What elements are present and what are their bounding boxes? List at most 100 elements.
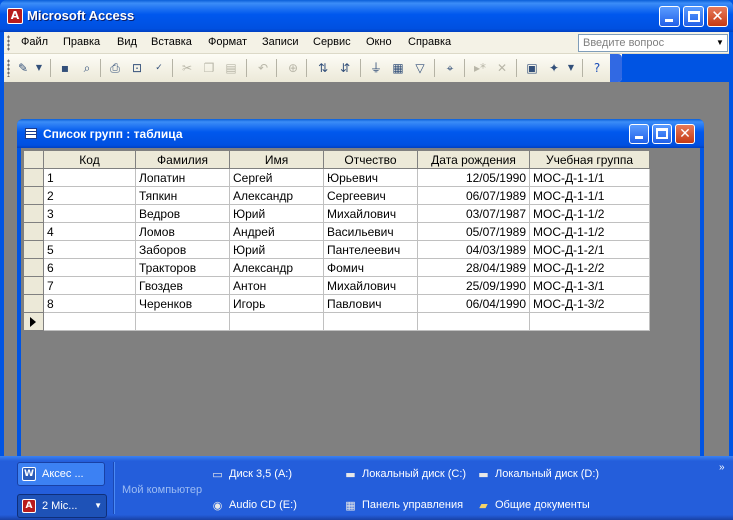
minimize-button[interactable] [659,6,680,27]
cell-kod[interactable]: 7 [43,276,136,295]
new-record-cell[interactable] [417,312,530,331]
table-row[interactable]: 4 Ломов Андрей Васильевич 05/07/1989 МОС-Д-1-… [23,222,650,241]
table-row[interactable]: 5 Заборов Юрий Пантелеевич 04/03/1989 МОС-Д-1… [23,240,650,259]
save-icon[interactable]: ▪ [56,59,74,77]
cell-imya[interactable]: Сергей [229,168,324,187]
cell-kod[interactable]: 4 [43,222,136,241]
record-selector[interactable] [23,258,44,277]
new-record-cell[interactable] [529,312,650,331]
cell-birth-date[interactable]: 06/07/1989 [417,186,530,205]
cell-imya[interactable]: Александр [229,186,324,205]
cell-imya[interactable]: Александр [229,258,324,277]
current-record-selector[interactable] [23,312,44,331]
link-audio-cd[interactable]: ◉ Audio CD (E:) [210,499,297,512]
cell-birth-date[interactable]: 28/04/1989 [417,258,530,277]
new-record-row[interactable] [23,312,650,331]
menu-tools[interactable]: Сервис [313,36,351,48]
column-header-kod[interactable]: Код [43,150,136,169]
cell-otchestvo[interactable]: Юрьевич [323,168,418,187]
spelling-icon[interactable]: ✓ [150,59,168,77]
taskbar-button-access-group[interactable]: A 2 Mic... ▼ [17,494,107,518]
properties-icon[interactable]: ▣ [523,59,541,77]
cell-birth-date[interactable]: 12/05/1990 [417,168,530,187]
cell-imya[interactable]: Антон [229,276,324,295]
paste-icon[interactable]: ▤ [222,59,240,77]
cell-kod[interactable]: 6 [43,258,136,277]
new-record-cell[interactable] [135,312,230,331]
apply-filter-icon[interactable]: ▽ [411,59,429,77]
design-view-dropdown-icon[interactable]: ▼ [30,59,48,77]
cell-birth-date[interactable]: 04/03/1989 [417,240,530,259]
table-row[interactable]: 7 Гвоздев Антон Михайлович 25/09/1990 МОС-Д-1… [23,276,650,295]
new-record-cell[interactable] [229,312,324,331]
cell-otchestvo[interactable]: Пантелеевич [323,240,418,259]
cell-otchestvo[interactable]: Михайлович [323,204,418,223]
menu-insert[interactable]: Вставка [151,36,192,48]
help-question-input[interactable]: Введите вопрос ▼ [578,34,728,52]
record-selector[interactable] [23,186,44,205]
table-maximize-button[interactable] [652,124,672,144]
table-minimize-button[interactable] [629,124,649,144]
menu-edit[interactable]: Правка [63,36,100,48]
table-row[interactable]: 1 Лопатин Сергей Юрьевич 12/05/1990 МОС-Д-1-1… [23,168,650,187]
insert-hyperlink-icon[interactable]: ⊕ [284,59,302,77]
select-all-corner[interactable] [23,150,44,169]
link-floppy-drive[interactable]: ▭ Диск 3,5 (A:) [210,468,292,481]
chevron-down-icon[interactable]: ▼ [714,36,726,50]
cell-familiya[interactable]: Заборов [135,240,230,259]
filter-by-form-icon[interactable]: ▦ [389,59,407,77]
cut-icon[interactable]: ✂ [178,59,196,77]
new-object-icon[interactable]: ✦ [545,59,563,77]
cell-familiya[interactable]: Тракторов [135,258,230,277]
cell-kod[interactable]: 2 [43,186,136,205]
cell-study-group[interactable]: МОС-Д-1-1/2 [529,222,650,241]
link-local-disk-d[interactable]: ▬ Локальный диск (D:) [476,468,599,481]
menu-window[interactable]: Окно [366,36,392,48]
access-app-icon[interactable]: A [7,8,23,24]
cell-study-group[interactable]: МОС-Д-1-1/1 [529,186,650,205]
toolbar-grip-handle[interactable] [7,59,10,77]
cell-birth-date[interactable]: 06/04/1990 [417,294,530,313]
delete-record-icon[interactable]: ✕ [493,59,511,77]
cell-otchestvo[interactable]: Фомич [323,258,418,277]
link-shared-documents[interactable]: ▰ Общие документы [476,499,590,512]
table-close-button[interactable]: ✕ [675,124,695,144]
new-record-cell[interactable] [43,312,136,331]
cell-birth-date[interactable]: 25/09/1990 [417,276,530,295]
search-file-icon[interactable]: ⌕ [78,59,96,77]
table-row[interactable]: 8 Черенков Игорь Павлович 06/04/1990 МОС-Д-1-… [23,294,650,313]
link-local-disk-c[interactable]: ▬ Локальный диск (C:) [343,468,466,481]
new-record-cell[interactable] [323,312,418,331]
toolbar-options-button[interactable] [610,54,622,82]
cell-birth-date[interactable]: 05/07/1989 [417,222,530,241]
cell-imya[interactable]: Юрий [229,240,324,259]
cell-familiya[interactable]: Черенков [135,294,230,313]
cell-familiya[interactable]: Лопатин [135,168,230,187]
cell-imya[interactable]: Игорь [229,294,324,313]
menu-format[interactable]: Формат [208,36,247,48]
menu-grip-handle[interactable] [7,35,10,51]
menu-records[interactable]: Записи [262,36,299,48]
undo-icon[interactable]: ↶ [254,59,272,77]
maximize-button[interactable] [683,6,704,27]
column-header-otchestvo[interactable]: Отчество [323,150,418,169]
taskbar-button-word-document[interactable]: W Аксес ... [17,462,105,486]
filter-by-selection-icon[interactable]: ⏚ [367,59,385,77]
record-selector[interactable] [23,294,44,313]
cell-study-group[interactable]: МОС-Д-1-1/2 [529,204,650,223]
app-title-bar[interactable]: A Microsoft Access ✕ [0,0,733,32]
record-selector[interactable] [23,276,44,295]
record-selector[interactable] [23,204,44,223]
new-object-dropdown-icon[interactable]: ▼ [562,59,580,77]
table-row[interactable]: 6 Тракторов Александр Фомич 28/04/1989 МОС-Д-… [23,258,650,277]
record-selector[interactable] [23,222,44,241]
cell-study-group[interactable]: МОС-Д-1-1/1 [529,168,650,187]
print-icon[interactable]: ⎙ [106,59,124,77]
taskbar-expand-chevron-icon[interactable]: » [719,462,725,473]
column-header-familiya[interactable]: Фамилия [135,150,230,169]
cell-familiya[interactable]: Ломов [135,222,230,241]
cell-birth-date[interactable]: 03/07/1987 [417,204,530,223]
table-row[interactable]: 3 Ведров Юрий Михайлович 03/07/1987 МОС-Д-1-1… [23,204,650,223]
cell-familiya[interactable]: Тяпкин [135,186,230,205]
cell-otchestvo[interactable]: Сергеевич [323,186,418,205]
